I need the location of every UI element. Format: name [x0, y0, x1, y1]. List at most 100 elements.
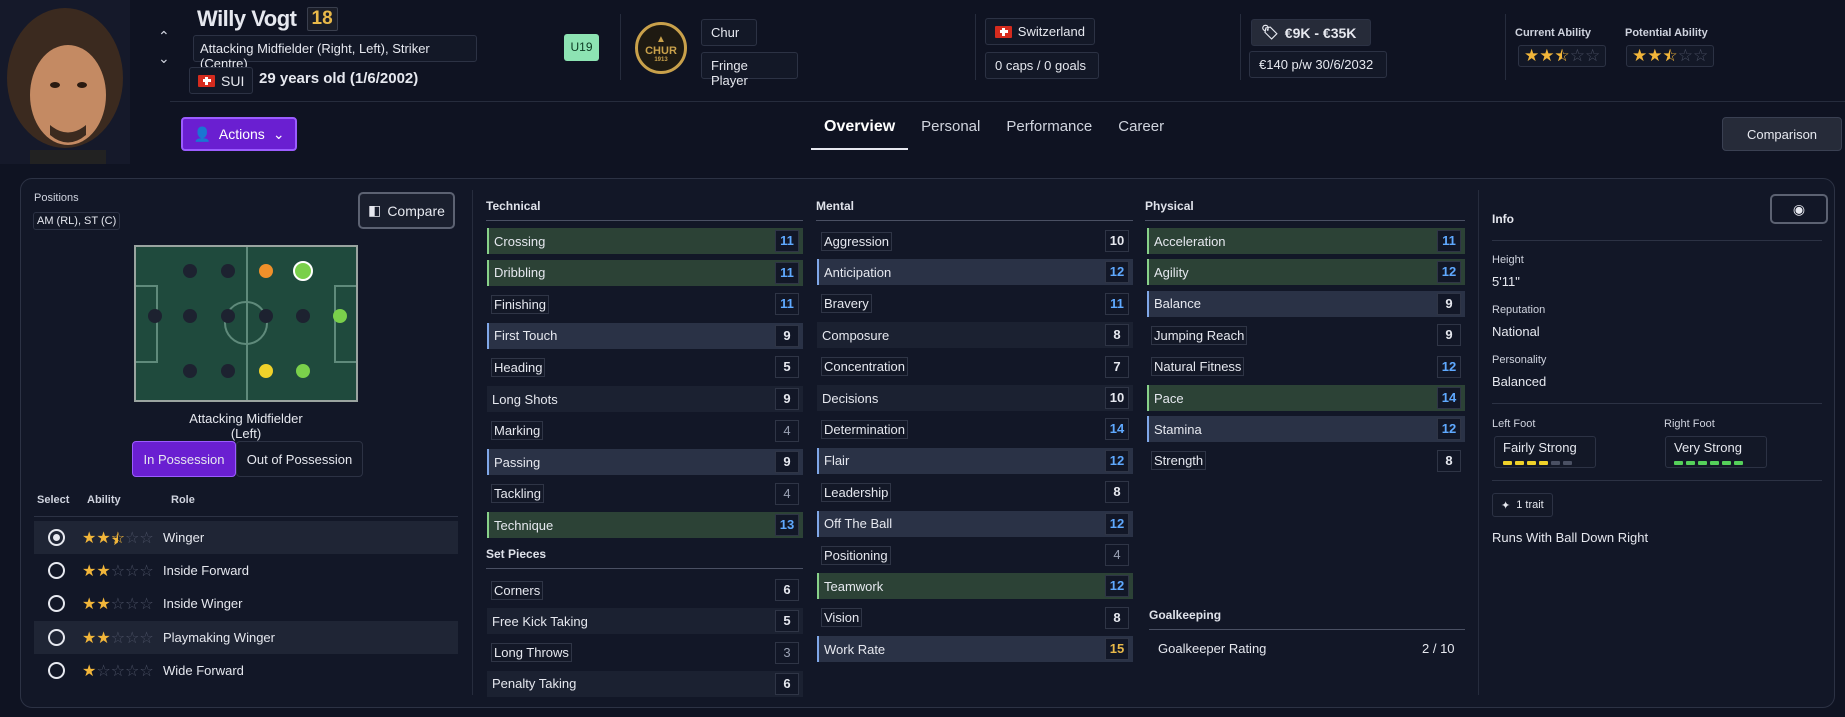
- role-row-playmaking-winger[interactable]: ★★☆☆☆ Playmaking Winger: [34, 621, 458, 654]
- attribute-row-balance[interactable]: Balance 9: [1147, 290, 1465, 317]
- attribute-row-passing[interactable]: Passing 9: [487, 449, 803, 476]
- attribute-row-work-rate[interactable]: Work Rate 15: [817, 636, 1133, 663]
- attribute-row-free-kick-taking[interactable]: Free Kick Taking 5: [487, 608, 803, 635]
- attribute-row-penalty-taking[interactable]: Penalty Taking 6: [487, 670, 803, 697]
- left-foot-box: Fairly Strong: [1494, 436, 1596, 468]
- attribute-name: Technique: [494, 517, 554, 533]
- trait-badge[interactable]: ✦ 1 trait: [1492, 493, 1553, 517]
- international-country[interactable]: Switzerland: [985, 18, 1095, 45]
- attribute-row-crossing[interactable]: Crossing 11: [487, 228, 803, 254]
- club-name[interactable]: Chur: [701, 19, 757, 46]
- attribute-row-strength[interactable]: Strength 8: [1147, 448, 1465, 474]
- attribute-row-determination[interactable]: Determination 14: [817, 416, 1133, 442]
- attribute-row-off-the-ball[interactable]: Off The Ball 12: [817, 510, 1133, 537]
- squad-status: Fringe Player: [701, 52, 798, 88]
- potential-ability-stars: ★★☆★☆☆: [1626, 45, 1715, 67]
- goalkeeper-rating-value: 2 / 10: [1422, 641, 1455, 656]
- role-radio[interactable]: [48, 662, 65, 679]
- trait-name: Runs With Ball Down Right: [1492, 530, 1649, 545]
- attribute-name: Dribbling: [494, 265, 546, 281]
- role-radio[interactable]: [48, 595, 65, 612]
- tab-overview[interactable]: Overview: [811, 112, 909, 150]
- tab-performance[interactable]: Performance: [993, 112, 1105, 150]
- chevron-up-icon[interactable]: ⌃: [158, 28, 170, 45]
- attribute-value: 6: [775, 672, 799, 695]
- attribute-name: Positioning: [821, 545, 891, 565]
- actions-button[interactable]: 👤 Actions ⌄: [181, 117, 297, 151]
- attribute-row-anticipation[interactable]: Anticipation 12: [817, 259, 1133, 286]
- chevron-down-icon[interactable]: ⌄: [158, 50, 170, 67]
- attribute-row-leadership[interactable]: Leadership 8: [817, 479, 1133, 505]
- compare-button[interactable]: ◧ Compare: [358, 192, 455, 229]
- role-ability-stars: ★☆☆☆☆: [82, 662, 154, 680]
- attribute-row-pace[interactable]: Pace 14: [1147, 385, 1465, 411]
- tab-career[interactable]: Career: [1105, 112, 1177, 150]
- person-icon: 👤: [193, 125, 211, 142]
- role-row-winger[interactable]: ★★☆ ★ ☆☆ Winger: [34, 521, 458, 554]
- attribute-row-composure[interactable]: Composure 8: [817, 322, 1133, 349]
- attribute-row-teamwork[interactable]: Teamwork 12: [817, 573, 1133, 600]
- role-row-inside-forward[interactable]: ★★☆☆☆ Inside Forward: [34, 554, 458, 587]
- divider: [1240, 14, 1241, 80]
- attribute-value: 9: [775, 324, 799, 347]
- attribute-row-heading[interactable]: Heading 5: [487, 354, 803, 380]
- attribute-value: 9: [775, 451, 799, 474]
- tab-personal[interactable]: Personal: [908, 112, 993, 150]
- role-radio[interactable]: [48, 629, 65, 646]
- height-label: Height: [1492, 254, 1524, 266]
- role-ability-stars: ★★☆ ★ ☆☆: [82, 529, 154, 549]
- out-of-possession-toggle[interactable]: Out of Possession: [236, 441, 363, 477]
- right-foot-label: Right Foot: [1664, 418, 1715, 430]
- profile-settings-button[interactable]: ◉: [1770, 194, 1828, 224]
- attribute-value: 7: [1105, 355, 1129, 378]
- left-foot-value: Fairly Strong: [1503, 440, 1577, 455]
- attribute-row-technique[interactable]: Technique 13: [487, 512, 803, 539]
- attribute-row-vision[interactable]: Vision 8: [817, 605, 1133, 631]
- attribute-value: 3: [775, 641, 799, 664]
- attribute-row-bravery[interactable]: Bravery 11: [817, 291, 1133, 317]
- attribute-row-long-shots[interactable]: Long Shots 9: [487, 386, 803, 412]
- attribute-row-concentration[interactable]: Concentration 7: [817, 354, 1133, 380]
- attribute-row-stamina[interactable]: Stamina 12: [1147, 416, 1465, 443]
- divider: [1505, 14, 1506, 80]
- attribute-row-aggression[interactable]: Aggression 10: [817, 228, 1133, 254]
- swiss-flag-icon: [198, 74, 215, 87]
- attribute-row-acceleration[interactable]: Acceleration 11: [1147, 228, 1465, 254]
- attribute-row-flair[interactable]: Flair 12: [817, 447, 1133, 474]
- attribute-row-agility[interactable]: Agility 12: [1147, 259, 1465, 286]
- transfer-value[interactable]: 🏷 €9K - €35K: [1251, 19, 1371, 46]
- reputation-value: National: [1492, 324, 1540, 339]
- technical-title: Technical: [486, 199, 803, 221]
- attribute-name: Finishing: [491, 294, 550, 314]
- role-row-wide-forward[interactable]: ★☆☆☆☆ Wide Forward: [34, 654, 458, 687]
- price-tag-icon: 🏷: [1261, 24, 1279, 40]
- attribute-row-jumping-reach[interactable]: Jumping Reach 9: [1147, 322, 1465, 348]
- position-pitch[interactable]: [134, 245, 358, 402]
- role-row-inside-winger[interactable]: ★★☆☆☆ Inside Winger: [34, 587, 458, 620]
- attribute-row-long-throws[interactable]: Long Throws 3: [487, 640, 803, 666]
- right-foot-value: Very Strong: [1674, 440, 1742, 455]
- attribute-row-finishing[interactable]: Finishing 11: [487, 291, 803, 317]
- table-header-select: Select: [37, 494, 70, 506]
- comparison-button[interactable]: Comparison: [1722, 117, 1842, 151]
- sparkle-icon: ✦: [1501, 499, 1511, 512]
- role-radio[interactable]: [48, 529, 65, 546]
- role-radio[interactable]: [48, 562, 65, 579]
- in-possession-toggle[interactable]: In Possession: [132, 441, 236, 477]
- attribute-name: Teamwork: [824, 578, 884, 594]
- left-foot-bar: [1503, 461, 1587, 465]
- attribute-name: Work Rate: [824, 641, 886, 657]
- attribute-row-marking[interactable]: Marking 4: [487, 418, 803, 444]
- attribute-row-corners[interactable]: Corners 6: [487, 577, 803, 603]
- attribute-row-dribbling[interactable]: Dribbling 11: [487, 259, 803, 286]
- squad-badge[interactable]: U19: [564, 34, 599, 61]
- club-logo[interactable]: ▲ CHUR 1913: [635, 22, 687, 74]
- attribute-name: Passing: [494, 454, 541, 470]
- attribute-row-decisions[interactable]: Decisions 10: [817, 385, 1133, 411]
- attribute-row-tackling[interactable]: Tackling 4: [487, 481, 803, 507]
- attribute-row-positioning[interactable]: Positioning 4: [817, 542, 1133, 568]
- attribute-row-natural-fitness[interactable]: Natural Fitness 12: [1147, 354, 1465, 380]
- attribute-row-first-touch[interactable]: First Touch 9: [487, 322, 803, 349]
- attribute-value: 5: [775, 610, 799, 633]
- player-number-badge: 18: [306, 7, 338, 31]
